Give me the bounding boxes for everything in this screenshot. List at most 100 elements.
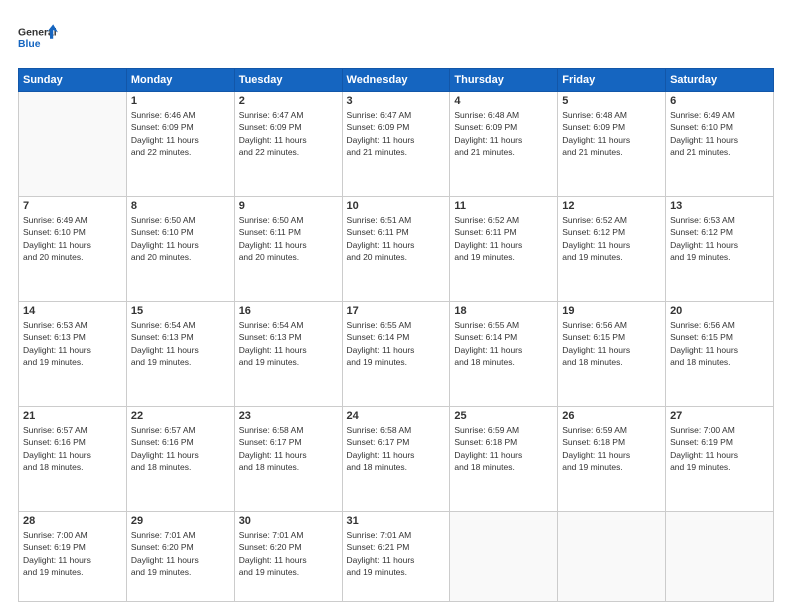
day-number: 18: [454, 305, 553, 317]
calendar-week-row: 21 Sunrise: 6:57 AM Sunset: 6:16 PM Dayli…: [19, 407, 774, 512]
day-info: Sunrise: 6:57 AM Sunset: 6:16 PM Dayligh…: [23, 424, 122, 473]
calendar-cell: 25 Sunrise: 6:59 AM Sunset: 6:18 PM Dayli…: [450, 407, 558, 512]
calendar-cell: 6 Sunrise: 6:49 AM Sunset: 6:10 PM Daylig…: [666, 92, 774, 197]
weekday-header: Thursday: [450, 69, 558, 92]
calendar-cell: [450, 512, 558, 602]
calendar-cell: 10 Sunrise: 6:51 AM Sunset: 6:11 PM Dayli…: [342, 197, 450, 302]
day-info: Sunrise: 6:58 AM Sunset: 6:17 PM Dayligh…: [239, 424, 338, 473]
calendar-cell: 8Sunrise: 6:50 AM Sunset: 6:10 PM Daylig…: [126, 197, 234, 302]
day-info: Sunrise: 6:59 AM Sunset: 6:18 PM Dayligh…: [562, 424, 661, 473]
day-number: 2: [239, 95, 338, 107]
day-number: 29: [131, 515, 230, 527]
day-info: Sunrise: 6:47 AM Sunset: 6:09 PM Dayligh…: [239, 109, 338, 158]
day-info: Sunrise: 7:01 AM Sunset: 6:20 PM Dayligh…: [239, 529, 338, 578]
day-info: Sunrise: 6:48 AM Sunset: 6:09 PM Dayligh…: [562, 109, 661, 158]
calendar-cell: 11 Sunrise: 6:52 AM Sunset: 6:11 PM Dayli…: [450, 197, 558, 302]
calendar-cell: 5 Sunrise: 6:48 AM Sunset: 6:09 PM Daylig…: [558, 92, 666, 197]
day-info: Sunrise: 6:49 AM Sunset: 6:10 PM Dayligh…: [670, 109, 769, 158]
day-info: Sunrise: 6:53 AM Sunset: 6:12 PM Dayligh…: [670, 214, 769, 263]
day-info: Sunrise: 6:50 AM Sunset: 6:11 PM Dayligh…: [239, 214, 338, 263]
weekday-header: Wednesday: [342, 69, 450, 92]
calendar-week-row: 1Sunrise: 6:46 AM Sunset: 6:09 PM Daylig…: [19, 92, 774, 197]
day-number: 9: [239, 200, 338, 212]
day-number: 4: [454, 95, 553, 107]
day-number: 15: [131, 305, 230, 317]
logo: General Blue: [18, 18, 58, 58]
day-info: Sunrise: 7:01 AM Sunset: 6:20 PM Dayligh…: [131, 529, 230, 578]
weekday-header: Tuesday: [234, 69, 342, 92]
day-number: 7: [23, 200, 122, 212]
calendar-cell: 24 Sunrise: 6:58 AM Sunset: 6:17 PM Dayli…: [342, 407, 450, 512]
calendar-cell: 28 Sunrise: 7:00 AM Sunset: 6:19 PM Dayli…: [19, 512, 127, 602]
weekday-header: Sunday: [19, 69, 127, 92]
calendar-week-row: 7 Sunrise: 6:49 AM Sunset: 6:10 PM Daylig…: [19, 197, 774, 302]
day-number: 26: [562, 410, 661, 422]
day-number: 5: [562, 95, 661, 107]
day-number: 14: [23, 305, 122, 317]
calendar-cell: [19, 92, 127, 197]
day-number: 19: [562, 305, 661, 317]
day-number: 3: [347, 95, 446, 107]
day-number: 27: [670, 410, 769, 422]
day-number: 30: [239, 515, 338, 527]
day-info: Sunrise: 6:54 AM Sunset: 6:13 PM Dayligh…: [131, 319, 230, 368]
day-info: Sunrise: 7:00 AM Sunset: 6:19 PM Dayligh…: [670, 424, 769, 473]
calendar-cell: 19 Sunrise: 6:56 AM Sunset: 6:15 PM Dayli…: [558, 302, 666, 407]
calendar-cell: 22Sunrise: 6:57 AM Sunset: 6:16 PM Dayli…: [126, 407, 234, 512]
day-info: Sunrise: 6:49 AM Sunset: 6:10 PM Dayligh…: [23, 214, 122, 263]
day-info: Sunrise: 6:52 AM Sunset: 6:11 PM Dayligh…: [454, 214, 553, 263]
calendar-cell: 14Sunrise: 6:53 AM Sunset: 6:13 PM Dayli…: [19, 302, 127, 407]
weekday-header: Saturday: [666, 69, 774, 92]
day-info: Sunrise: 6:56 AM Sunset: 6:15 PM Dayligh…: [670, 319, 769, 368]
day-number: 1: [131, 95, 230, 107]
header: General Blue: [18, 18, 774, 58]
day-info: Sunrise: 7:00 AM Sunset: 6:19 PM Dayligh…: [23, 529, 122, 578]
day-info: Sunrise: 6:55 AM Sunset: 6:14 PM Dayligh…: [347, 319, 446, 368]
calendar-cell: 16 Sunrise: 6:54 AM Sunset: 6:13 PM Dayli…: [234, 302, 342, 407]
weekday-header: Friday: [558, 69, 666, 92]
day-number: 13: [670, 200, 769, 212]
calendar-cell: 21 Sunrise: 6:57 AM Sunset: 6:16 PM Dayli…: [19, 407, 127, 512]
day-info: Sunrise: 6:57 AM Sunset: 6:16 PM Dayligh…: [131, 424, 230, 473]
day-info: Sunrise: 6:58 AM Sunset: 6:17 PM Dayligh…: [347, 424, 446, 473]
calendar-cell: 18Sunrise: 6:55 AM Sunset: 6:14 PM Dayli…: [450, 302, 558, 407]
day-info: Sunrise: 6:56 AM Sunset: 6:15 PM Dayligh…: [562, 319, 661, 368]
day-number: 31: [347, 515, 446, 527]
calendar-cell: [666, 512, 774, 602]
calendar-cell: 12Sunrise: 6:52 AM Sunset: 6:12 PM Dayli…: [558, 197, 666, 302]
calendar-cell: 29 Sunrise: 7:01 AM Sunset: 6:20 PM Dayli…: [126, 512, 234, 602]
calendar-cell: 27 Sunrise: 7:00 AM Sunset: 6:19 PM Dayli…: [666, 407, 774, 512]
calendar-cell: [558, 512, 666, 602]
day-number: 6: [670, 95, 769, 107]
day-info: Sunrise: 6:52 AM Sunset: 6:12 PM Dayligh…: [562, 214, 661, 263]
calendar-cell: 4Sunrise: 6:48 AM Sunset: 6:09 PM Daylig…: [450, 92, 558, 197]
day-info: Sunrise: 6:59 AM Sunset: 6:18 PM Dayligh…: [454, 424, 553, 473]
weekday-row: SundayMondayTuesdayWednesdayThursdayFrid…: [19, 69, 774, 92]
day-number: 25: [454, 410, 553, 422]
calendar-cell: 31 Sunrise: 7:01 AM Sunset: 6:21 PM Dayli…: [342, 512, 450, 602]
calendar-week-row: 28 Sunrise: 7:00 AM Sunset: 6:19 PM Dayli…: [19, 512, 774, 602]
logo-svg: General Blue: [18, 18, 58, 58]
day-number: 11: [454, 200, 553, 212]
calendar-cell: 2 Sunrise: 6:47 AM Sunset: 6:09 PM Daylig…: [234, 92, 342, 197]
day-number: 16: [239, 305, 338, 317]
day-info: Sunrise: 6:54 AM Sunset: 6:13 PM Dayligh…: [239, 319, 338, 368]
day-number: 20: [670, 305, 769, 317]
calendar-cell: 9 Sunrise: 6:50 AM Sunset: 6:11 PM Daylig…: [234, 197, 342, 302]
day-number: 28: [23, 515, 122, 527]
calendar-cell: 26 Sunrise: 6:59 AM Sunset: 6:18 PM Dayli…: [558, 407, 666, 512]
day-info: Sunrise: 6:47 AM Sunset: 6:09 PM Dayligh…: [347, 109, 446, 158]
day-info: Sunrise: 6:51 AM Sunset: 6:11 PM Dayligh…: [347, 214, 446, 263]
calendar-body: 1Sunrise: 6:46 AM Sunset: 6:09 PM Daylig…: [19, 92, 774, 602]
day-number: 10: [347, 200, 446, 212]
day-number: 24: [347, 410, 446, 422]
calendar-cell: 1Sunrise: 6:46 AM Sunset: 6:09 PM Daylig…: [126, 92, 234, 197]
day-info: Sunrise: 6:50 AM Sunset: 6:10 PM Dayligh…: [131, 214, 230, 263]
calendar-cell: 15 Sunrise: 6:54 AM Sunset: 6:13 PM Dayli…: [126, 302, 234, 407]
day-number: 23: [239, 410, 338, 422]
day-info: Sunrise: 7:01 AM Sunset: 6:21 PM Dayligh…: [347, 529, 446, 578]
day-number: 21: [23, 410, 122, 422]
day-number: 17: [347, 305, 446, 317]
weekday-header: Monday: [126, 69, 234, 92]
page: General Blue SundayMondayTuesdayWednesda…: [0, 0, 792, 612]
